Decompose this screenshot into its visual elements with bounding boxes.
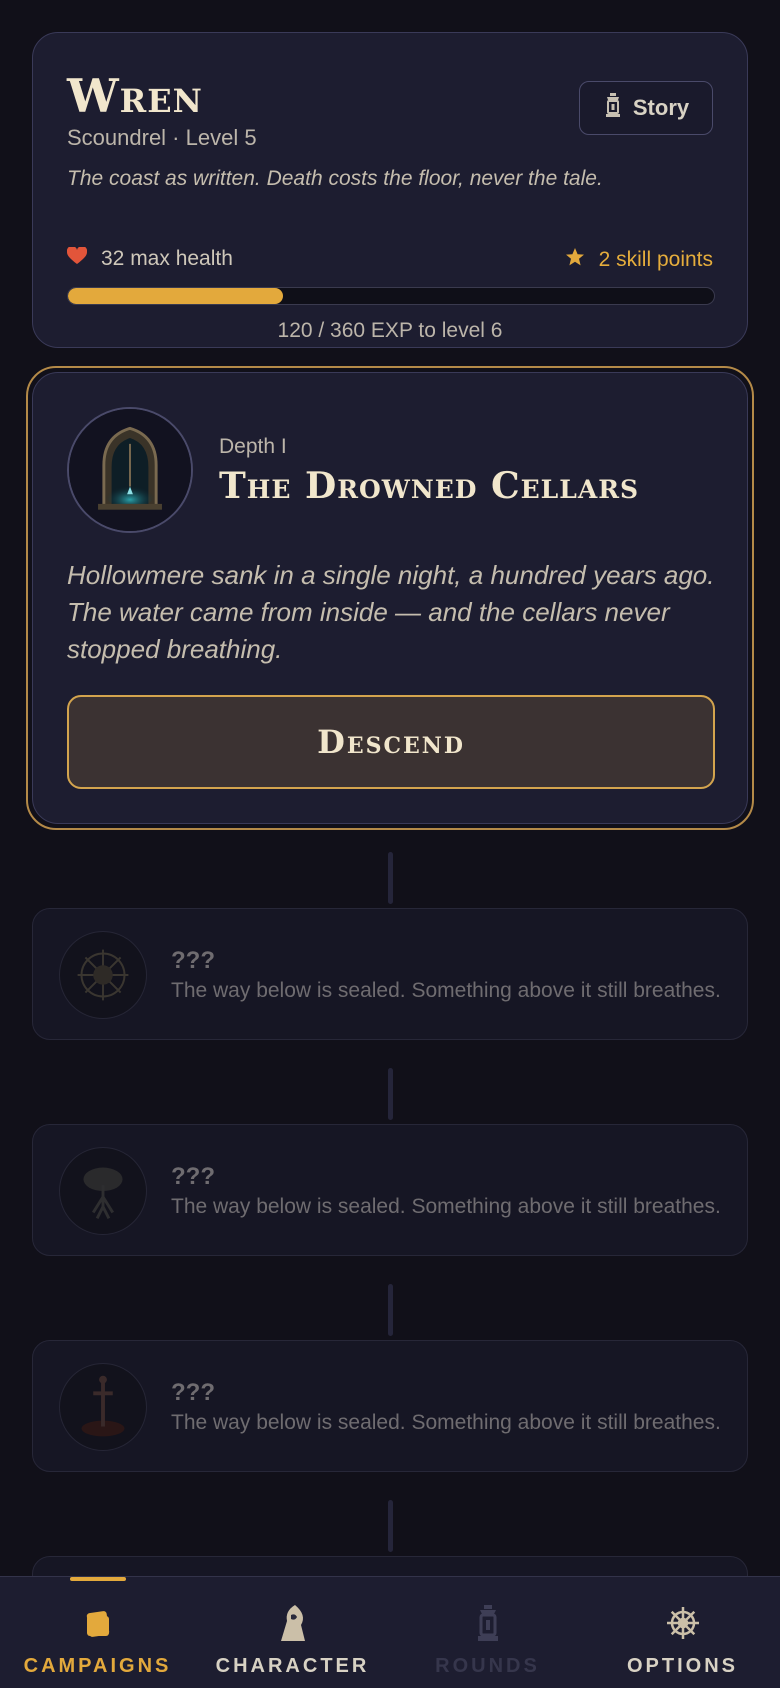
character-name: Wren (67, 69, 203, 123)
locked-campaign-description: The way below is sealed. Something above… (171, 1195, 721, 1218)
skill-points[interactable]: 2 skill points (565, 247, 713, 273)
locked-campaign-description: The way below is sealed. Something above… (171, 979, 721, 1002)
sword-icon (59, 1363, 147, 1451)
heart-icon (66, 245, 88, 271)
tab-options[interactable]: OPTIONS (585, 1577, 780, 1688)
tab-rounds-label: ROUNDS (435, 1655, 540, 1677)
story-button-label: Story (632, 95, 690, 120)
lantern-icon (474, 1603, 502, 1643)
locked-campaign-title: ??? (171, 947, 215, 974)
locked-campaign-title: ??? (171, 1163, 215, 1190)
cards-icon (82, 1603, 114, 1643)
character-tagline: The coast as written. Death costs the fl… (67, 167, 603, 190)
max-health-label: 32 max health (101, 247, 233, 270)
path-connector (388, 852, 393, 904)
tree-icon (59, 1147, 147, 1235)
character-card: Wren Scoundrel · Level 5 Story The coast… (32, 32, 748, 348)
tab-rounds[interactable]: ROUNDS (390, 1577, 585, 1688)
xp-text: 120 / 360 EXP to level 6 (277, 319, 503, 342)
xp-progress-bar (67, 287, 715, 305)
locked-campaign-title: ??? (171, 1379, 215, 1406)
tab-options-label: OPTIONS (626, 1655, 738, 1677)
path-connector (388, 1068, 393, 1120)
story-button[interactable]: Story (579, 81, 713, 135)
campaign-description: Hollowmere sank in a single night, a hun… (67, 560, 715, 664)
sigil-icon (59, 931, 147, 1019)
star-icon (565, 247, 585, 273)
locked-campaign-card[interactable]: ??? The way below is sealed. Something a… (32, 1124, 748, 1256)
helm-wheel-icon (665, 1603, 701, 1643)
hooded-figure-icon (277, 1603, 309, 1643)
tab-character-label: CHARACTER (215, 1655, 370, 1677)
tab-character[interactable]: CHARACTER (195, 1577, 390, 1688)
locked-campaign-card[interactable]: ??? The way below is sealed. Something a… (32, 1340, 748, 1472)
bottom-nav: CAMPAIGNS CHARACTER ROUNDS OPTIONS (0, 1576, 780, 1688)
lantern-icon (603, 92, 623, 124)
xp-progress-fill (68, 288, 284, 304)
tab-campaigns-label: CAMPAIGNS (23, 1655, 172, 1677)
active-campaign-card[interactable]: Depth I The Drowned Cellars Hollowmere s… (32, 372, 748, 824)
campaign-depth: Depth I (219, 435, 287, 458)
path-connector (388, 1500, 393, 1552)
descend-button[interactable]: Descend (67, 695, 715, 789)
max-health: 32 max health (66, 245, 233, 271)
tab-campaigns[interactable]: CAMPAIGNS (0, 1577, 195, 1688)
path-connector (388, 1284, 393, 1336)
campaign-title: The Drowned Cellars (219, 465, 640, 507)
character-class-level: Scoundrel · Level 5 (67, 125, 257, 150)
locked-campaign-description: The way below is sealed. Something above… (171, 1411, 721, 1434)
skill-points-label: 2 skill points (598, 248, 713, 271)
archway-icon (67, 407, 193, 533)
locked-campaign-card[interactable]: ??? The way below is sealed. Something a… (32, 908, 748, 1040)
